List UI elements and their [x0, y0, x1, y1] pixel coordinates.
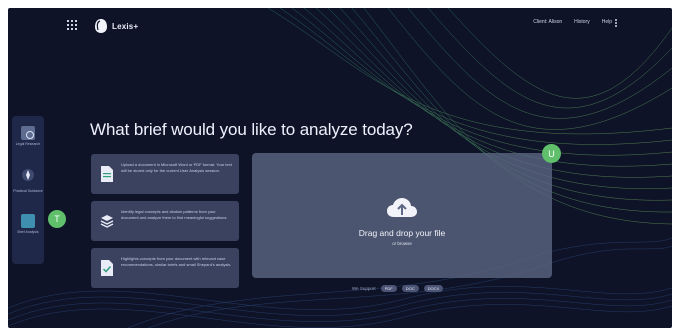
sidebar-item-legal-research[interactable]: Legal Research — [12, 126, 44, 146]
layers-icon — [100, 215, 114, 228]
format-badge-doc: DOC — [401, 285, 419, 292]
page-title: What brief would you like to analyze tod… — [90, 120, 413, 139]
format-badge-pdf: PDF — [380, 285, 397, 292]
app-window: Lexis+ Client: Alison History Help Legal… — [8, 8, 672, 328]
info-card-identify[interactable]: Identify legal concepts and citation pat… — [91, 201, 239, 241]
lexis-logo-icon — [95, 19, 107, 33]
brief-analysis-icon — [21, 214, 35, 228]
document-check-icon — [101, 260, 113, 276]
sidebar-item-practical-guidance[interactable]: Practical Guidance — [12, 168, 44, 193]
logo-text: Lexis+ — [112, 21, 139, 31]
supported-formats: We Support PDF DOC DOCX — [352, 285, 444, 292]
card-text: Highlights concepts from your document w… — [121, 256, 232, 267]
app-grid-icon[interactable] — [67, 20, 77, 30]
info-card-highlights[interactable]: Highlights concepts from your document w… — [91, 248, 239, 288]
history-link[interactable]: History — [574, 19, 590, 25]
sidebar-item-label: Brief Analysis — [17, 230, 39, 234]
help-link[interactable]: Help — [602, 19, 612, 25]
file-dropzone[interactable]: Drag and drop your file or browse — [252, 153, 552, 278]
top-bar: Lexis+ Client: Alison History Help — [8, 8, 672, 44]
document-icon — [101, 166, 113, 182]
legal-research-icon — [21, 126, 35, 140]
dropzone-title: Drag and drop your file — [358, 228, 446, 238]
header-links: Client: Alison History Help — [533, 19, 612, 25]
card-text: Upload a document in Microsoft Word or P… — [121, 162, 232, 173]
supported-formats-label: We Support — [352, 286, 376, 291]
browse-link[interactable]: or browse — [252, 241, 552, 246]
cloud-upload-icon — [387, 198, 417, 217]
more-options-icon[interactable] — [614, 18, 618, 30]
user-avatar-u[interactable]: U — [542, 144, 561, 163]
sidebar-item-label: Legal Research — [15, 142, 41, 146]
card-text: Identify legal concepts and citation pat… — [121, 209, 228, 220]
lexis-logo[interactable]: Lexis+ — [94, 17, 138, 35]
sidebar-item-brief-analysis[interactable]: Brief Analysis — [12, 214, 44, 234]
sidebar: Legal Research Practical Guidance Brief … — [12, 116, 44, 264]
compass-icon — [22, 169, 34, 181]
user-avatar-t[interactable]: T — [48, 210, 66, 228]
sidebar-item-label: Practical Guidance — [13, 189, 43, 193]
client-link[interactable]: Client: Alison — [533, 19, 562, 25]
info-card-upload[interactable]: Upload a document in Microsoft Word or P… — [91, 154, 239, 194]
format-badge-docx: DOCX — [423, 285, 444, 292]
